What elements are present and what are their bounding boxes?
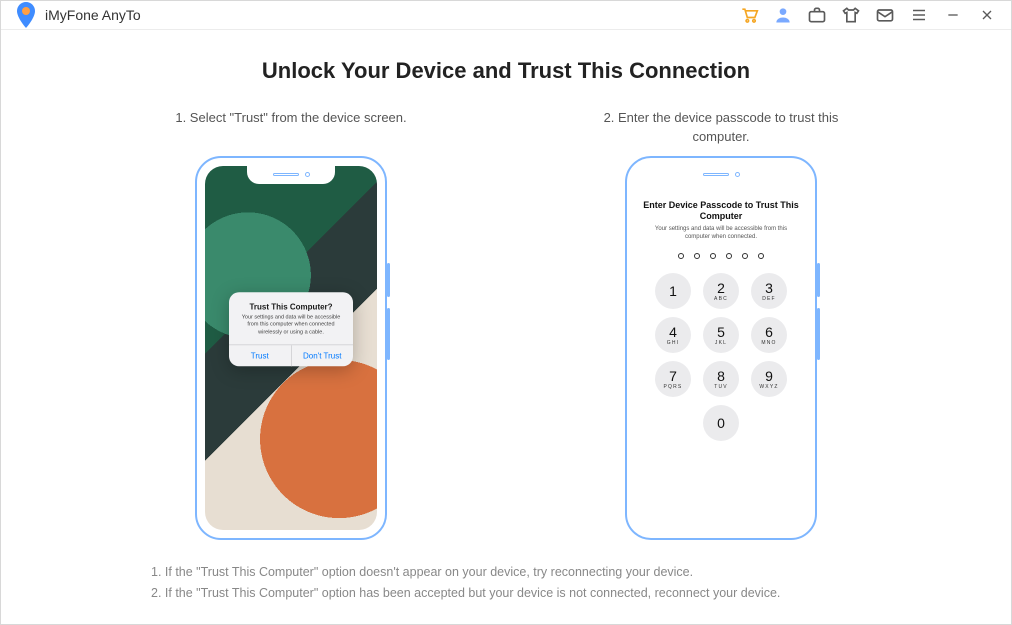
phone-mock-2: Enter Device Passcode to Trust This Comp… — [625, 156, 817, 540]
step-2-column: 2. Enter the device passcode to trust th… — [591, 108, 851, 540]
passcode-message: Your settings and data will be accessibl… — [635, 226, 807, 242]
user-icon[interactable] — [773, 5, 793, 25]
key-7[interactable]: 7PQRS — [655, 361, 691, 397]
phone-notch — [677, 166, 765, 184]
phone-screen-1: Trust This Computer? Your settings and d… — [205, 166, 377, 530]
titlebar: iMyFone AnyTo — [1, 1, 1011, 30]
trust-button[interactable]: Trust — [229, 345, 291, 366]
key-3[interactable]: 3DEF — [751, 273, 787, 309]
passcode-dots — [678, 253, 764, 259]
trust-dialog-title: Trust This Computer? — [237, 303, 345, 312]
main-content: Unlock Your Device and Trust This Connec… — [1, 30, 1011, 625]
key-9[interactable]: 9WXYZ — [751, 361, 787, 397]
phone-side-button — [387, 263, 390, 297]
app-window: iMyFone AnyTo — [0, 0, 1012, 625]
minimize-button[interactable] — [943, 5, 963, 25]
step-2-text: 2. Enter the device passcode to trust th… — [591, 108, 851, 148]
tip-2: 2. If the "Trust This Computer" option h… — [151, 583, 780, 604]
tips: 1. If the "Trust This Computer" option d… — [41, 562, 780, 605]
key-0[interactable]: 0 — [703, 405, 739, 441]
key-1[interactable]: 1 — [655, 273, 691, 309]
app-title: iMyFone AnyTo — [45, 7, 141, 23]
key-5[interactable]: 5JKL — [703, 317, 739, 353]
titlebar-right — [739, 5, 997, 25]
dont-trust-button[interactable]: Don't Trust — [291, 345, 354, 366]
mail-icon[interactable] — [875, 5, 895, 25]
phone-mock-1: Trust This Computer? Your settings and d… — [195, 156, 387, 540]
phone-side-button — [817, 263, 820, 297]
app-logo-icon — [15, 2, 37, 28]
step-1-text: 1. Select "Trust" from the device screen… — [175, 108, 406, 148]
phone-side-button — [387, 308, 390, 360]
page-title: Unlock Your Device and Trust This Connec… — [262, 58, 750, 84]
phone-side-button — [817, 308, 820, 360]
key-8[interactable]: 8TUV — [703, 361, 739, 397]
shirt-icon[interactable] — [841, 5, 861, 25]
phone-notch — [247, 166, 335, 184]
passcode-screen: Enter Device Passcode to Trust This Comp… — [635, 166, 807, 530]
steps-row: 1. Select "Trust" from the device screen… — [161, 108, 851, 540]
briefcase-icon[interactable] — [807, 5, 827, 25]
cart-icon[interactable] — [739, 5, 759, 25]
key-6[interactable]: 6MNO — [751, 317, 787, 353]
passcode-title: Enter Device Passcode to Trust This Comp… — [635, 200, 807, 223]
phone-screen-2: Enter Device Passcode to Trust This Comp… — [635, 166, 807, 530]
step-1-column: 1. Select "Trust" from the device screen… — [161, 108, 421, 540]
key-2[interactable]: 2ABC — [703, 273, 739, 309]
tip-1: 1. If the "Trust This Computer" option d… — [151, 562, 780, 583]
trust-dialog-message: Your settings and data will be accessibl… — [237, 315, 345, 336]
menu-icon[interactable] — [909, 5, 929, 25]
trust-dialog: Trust This Computer? Your settings and d… — [229, 293, 353, 366]
close-button[interactable] — [977, 5, 997, 25]
key-4[interactable]: 4GHI — [655, 317, 691, 353]
titlebar-left: iMyFone AnyTo — [15, 2, 141, 28]
keypad: 1 2ABC 3DEF 4GHI 5JKL 6MNO 7PQRS 8TUV 9W… — [655, 273, 787, 441]
